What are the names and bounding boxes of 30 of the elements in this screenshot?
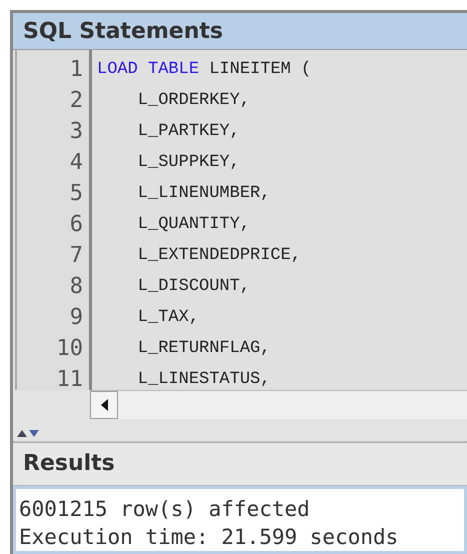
code-line: L_EXTENDEDPRICE, [136,245,302,268]
code-line: L_RETURNFLAG, [136,338,272,360]
line-number: 8 [68,273,84,302]
code-line: L_LINESTATUS, [136,369,272,392]
line-number: 1 [68,56,84,84]
code-line: L_PARTKEY, [136,121,241,144]
code-line: L_SUPPKEY, [136,152,241,174]
line-number: 3 [68,118,84,146]
scroll-left-button[interactable] [90,391,118,420]
panel-title: Results [23,451,115,476]
code-line: L_DISCOUNT, [136,276,252,298]
code-line: L_ORDERKEY, [136,90,252,112]
code-line: L_QUANTITY, [136,214,252,236]
code-line: LOAD TABLE LINEITEM ( [97,59,312,82]
result-line: 6001215 row(s) affected [19,496,311,523]
panel-title: SQL Statements [23,18,223,44]
left-triangle-icon [100,399,108,412]
up-triangle-icon[interactable] [17,430,27,437]
line-number: 9 [68,304,84,332]
line-number: 5 [68,180,84,208]
code-line: L_LINENUMBER, [136,183,272,206]
line-number: 4 [68,149,84,178]
line-number: 6 [68,211,84,240]
line-number: 7 [68,242,84,270]
down-triangle-icon[interactable] [29,430,39,437]
result-line: Execution time: 21.599 seconds [19,524,400,551]
code-line: L_TAX, [136,307,200,330]
line-number: 2 [68,87,84,116]
line-number: 11 [56,366,84,394]
line-number: 10 [56,335,84,364]
